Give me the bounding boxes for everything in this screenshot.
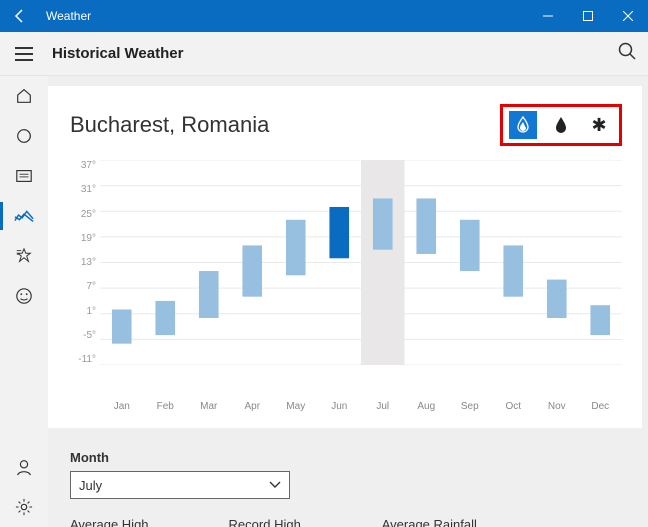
x-tick: Mar <box>187 401 231 412</box>
chart-bar[interactable] <box>155 301 175 335</box>
page-title: Historical Weather <box>48 45 183 62</box>
temperature-chart: 37° 31° 25° 19° 13° 7° 1° -5° -11° <box>70 160 622 395</box>
stat-record-high: Record High 41 ° (2000) <box>229 517 302 527</box>
search-button[interactable] <box>618 42 636 60</box>
maximize-button[interactable] <box>568 0 608 32</box>
nav-account[interactable] <box>0 447 48 487</box>
stat-avg-rain: Average Rainfall 8.4 cm <box>382 517 477 527</box>
y-tick: 13° <box>70 257 96 268</box>
chart-bar-highlight[interactable] <box>329 207 349 258</box>
rain-icon <box>555 117 567 133</box>
content-area: Bucharest, Romania ✱ 37° 31° 25° 19° 13° 7° 1°… <box>48 76 648 527</box>
nav-historical[interactable] <box>0 196 48 236</box>
y-tick: 25° <box>70 209 96 220</box>
month-value: July <box>79 478 102 493</box>
chart-bar[interactable] <box>199 271 219 318</box>
x-tick: Jul <box>361 401 405 412</box>
chart-bar[interactable] <box>460 220 480 271</box>
x-tick: Feb <box>144 401 188 412</box>
stat-label: Average High <box>70 517 149 527</box>
nav-sidebar <box>0 76 48 527</box>
rain-toggle[interactable] <box>547 111 575 139</box>
month-label: Month <box>70 450 620 465</box>
y-tick: 7° <box>70 281 96 292</box>
x-tick: Nov <box>535 401 579 412</box>
chart-bar[interactable] <box>416 198 436 254</box>
chart-bar[interactable] <box>112 309 132 343</box>
snow-icon: ✱ <box>591 116 606 134</box>
chart-card: Bucharest, Romania ✱ 37° 31° 25° 19° 13° 7° 1°… <box>48 86 642 428</box>
minimize-button[interactable] <box>528 0 568 32</box>
temperature-toggle[interactable] <box>509 111 537 139</box>
y-tick: -5° <box>70 330 96 341</box>
location-title: Bucharest, Romania <box>70 112 500 138</box>
chart-bar[interactable] <box>242 245 262 296</box>
chart-bar[interactable] <box>590 305 610 335</box>
nav-maps[interactable] <box>0 116 48 156</box>
nav-feedback[interactable] <box>0 276 48 316</box>
close-button[interactable] <box>608 0 648 32</box>
x-tick: Jan <box>100 401 144 412</box>
y-tick: 19° <box>70 233 96 244</box>
chart-bar[interactable] <box>503 245 523 296</box>
back-button[interactable] <box>0 8 40 24</box>
nav-favorites[interactable] <box>0 236 48 276</box>
temperature-icon <box>516 116 530 134</box>
chart-bar[interactable] <box>547 280 567 318</box>
app-title: Weather <box>40 9 91 23</box>
x-tick: Sep <box>448 401 492 412</box>
window-titlebar: Weather <box>0 0 648 32</box>
y-tick: -11° <box>70 354 96 365</box>
chart-bar[interactable] <box>286 220 306 276</box>
hamburger-menu[interactable] <box>0 47 48 61</box>
x-tick: Dec <box>579 401 623 412</box>
x-tick: Jun <box>318 401 362 412</box>
chart-bar[interactable] <box>373 198 393 249</box>
x-tick: Aug <box>405 401 449 412</box>
nav-settings[interactable] <box>0 487 48 527</box>
y-tick: 31° <box>70 184 96 195</box>
x-tick: Oct <box>492 401 536 412</box>
x-tick: Apr <box>231 401 275 412</box>
chart-mode-toggle-group: ✱ <box>500 104 622 146</box>
chevron-down-icon <box>269 481 281 489</box>
stat-avg-high: Average High 30 ° <box>70 517 149 527</box>
stats-section: Month July Average High 30 ° Record High… <box>48 438 642 527</box>
stat-label: Record High <box>229 517 302 527</box>
page-header: Historical Weather <box>0 32 648 76</box>
nav-news[interactable] <box>0 156 48 196</box>
x-tick: May <box>274 401 318 412</box>
y-tick: 37° <box>70 160 96 171</box>
nav-forecast[interactable] <box>0 76 48 116</box>
y-tick: 1° <box>70 306 96 317</box>
stat-label: Average Rainfall <box>382 517 477 527</box>
month-dropdown[interactable]: July <box>70 471 290 499</box>
snow-toggle[interactable]: ✱ <box>585 111 613 139</box>
